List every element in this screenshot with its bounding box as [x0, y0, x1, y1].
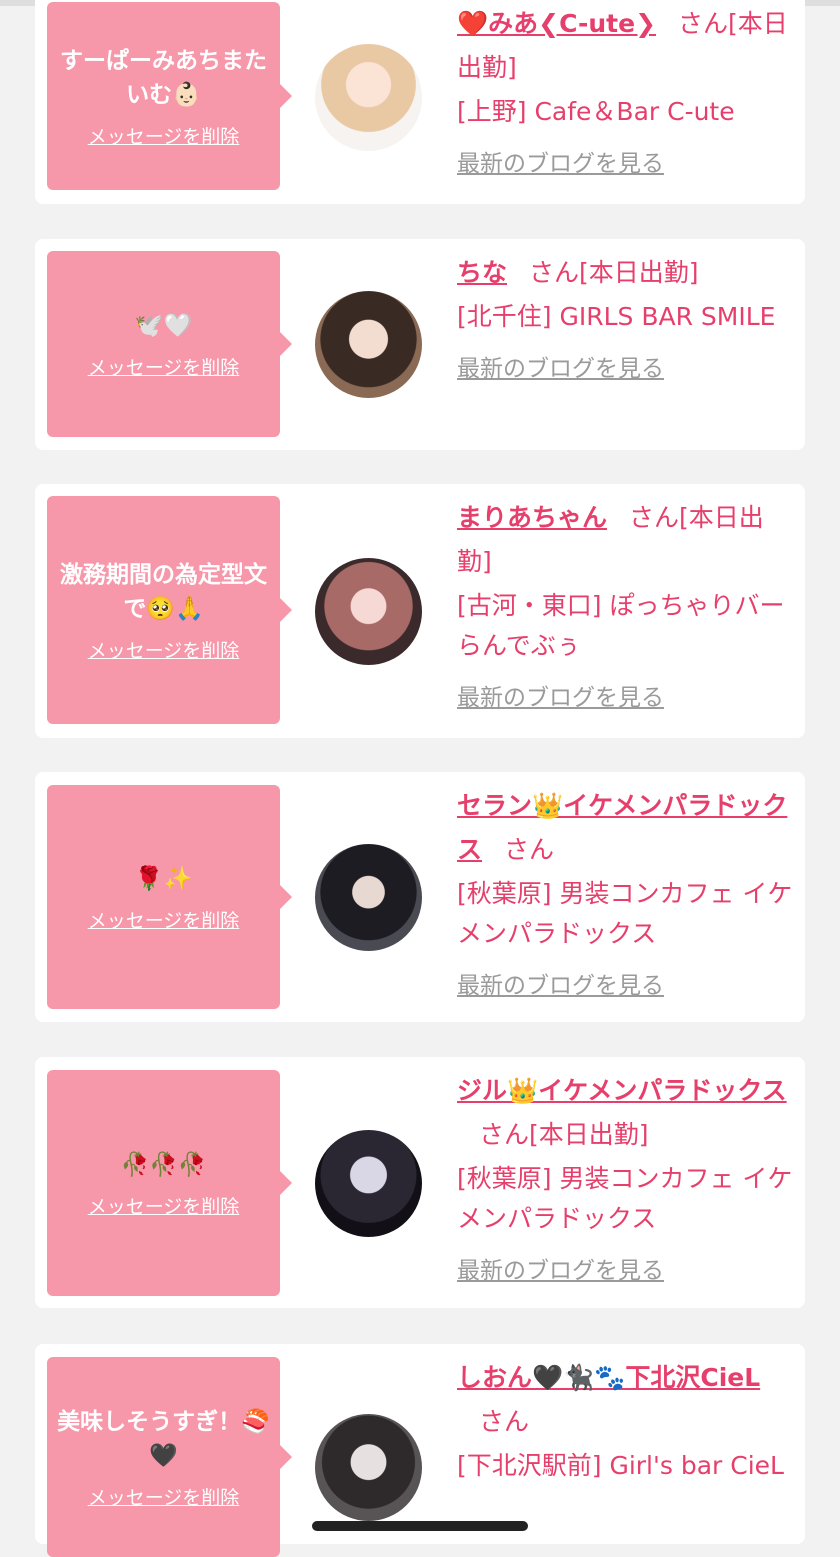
- shop-name: [北千住] GIRLS BAR SMILE: [457, 302, 776, 331]
- avatar[interactable]: [315, 291, 422, 398]
- message-text: 🥀🥀🥀: [120, 1151, 207, 1178]
- home-indicator: [312, 1521, 528, 1531]
- message-card: 🌹✨ メッセージを削除 セラン👑イケメンパラドックス さん [秋葉原] 男装コンカ…: [35, 772, 805, 1022]
- cast-name-link[interactable]: まりあちゃん: [457, 503, 607, 532]
- message-card: すーぱーみあちまたいむ👶🏻 メッセージを削除 ❤️みあ❮C-ute❯ さん[本日出…: [35, 0, 805, 204]
- cast-name-link[interactable]: ❤️みあ❮C-ute❯: [457, 9, 656, 38]
- message-text: 🕊️🤍: [134, 312, 193, 339]
- message-text: 🌹✨: [134, 865, 193, 892]
- message-card: 激務期間の為定型文で🥺🙏 メッセージを削除 まりあちゃん さん[本日出勤] [古河…: [35, 484, 805, 738]
- message-card: 美味しそうすぎ！🍣🖤 メッセージを削除 しおん🖤🐈‍⬛🐾下北沢CieL さん [下…: [35, 1344, 805, 1557]
- shop-name: [上野] Cafe＆Bar C-ute: [457, 97, 735, 126]
- latest-blog-link[interactable]: 最新のブログを見る: [457, 966, 664, 1000]
- message-card: 🥀🥀🥀 メッセージを削除 ジル👑イケメンパラドックスさん[本日出勤] [秋葉原]…: [35, 1057, 805, 1308]
- message-bubble: 🌹✨ メッセージを削除: [47, 785, 292, 1009]
- message-bubble: すーぱーみあちまたいむ👶🏻 メッセージを削除: [47, 2, 292, 190]
- avatar[interactable]: [315, 844, 422, 951]
- name-suffix: さん: [479, 1407, 530, 1436]
- message-card: 🕊️🤍 メッセージを削除 ちな さん[本日出勤] [北千住] GIRLS BAR …: [35, 239, 805, 450]
- avatar[interactable]: [315, 1130, 422, 1237]
- name-suffix: さん[本日出勤]: [529, 258, 699, 287]
- shop-name: [古河・東口] ぽっちゃりバー らんでぶぅ: [457, 591, 785, 660]
- cast-name-link[interactable]: ちな: [457, 258, 507, 287]
- delete-message-link[interactable]: メッセージを削除: [88, 1192, 240, 1219]
- delete-message-link[interactable]: メッセージを削除: [88, 353, 240, 380]
- avatar[interactable]: [315, 44, 422, 151]
- name-suffix: さん: [504, 835, 555, 864]
- latest-blog-link[interactable]: 最新のブログを見る: [457, 1251, 664, 1285]
- message-bubble: 🥀🥀🥀 メッセージを削除: [47, 1070, 292, 1296]
- delete-message-link[interactable]: メッセージを削除: [88, 122, 240, 149]
- shop-name: [秋葉原] 男装コンカフェ イケメンパラドックス: [457, 879, 793, 948]
- shop-name: [秋葉原] 男装コンカフェ イケメンパラドックス: [457, 1164, 793, 1233]
- delete-message-link[interactable]: メッセージを削除: [88, 1483, 240, 1510]
- delete-message-link[interactable]: メッセージを削除: [88, 906, 240, 933]
- message-text: 激務期間の為定型文で🥺🙏: [60, 561, 267, 622]
- avatar[interactable]: [315, 558, 422, 665]
- shop-name: [下北沢駅前] Girl's bar CieL: [457, 1451, 784, 1480]
- delete-message-link[interactable]: メッセージを削除: [88, 636, 240, 663]
- latest-blog-link[interactable]: 最新のブログを見る: [457, 144, 664, 178]
- latest-blog-link[interactable]: 最新のブログを見る: [457, 678, 664, 712]
- message-bubble: 🕊️🤍 メッセージを削除: [47, 251, 292, 437]
- message-bubble: 美味しそうすぎ！🍣🖤 メッセージを削除: [47, 1357, 292, 1557]
- avatar[interactable]: [315, 1414, 422, 1521]
- name-suffix: さん[本日出勤]: [479, 1120, 649, 1149]
- cast-name-link[interactable]: しおん🖤🐈‍⬛🐾下北沢CieL: [457, 1363, 760, 1392]
- latest-blog-link[interactable]: 最新のブログを見る: [457, 349, 664, 383]
- message-bubble: 激務期間の為定型文で🥺🙏 メッセージを削除: [47, 496, 292, 724]
- message-text: 美味しそうすぎ！🍣🖤: [57, 1408, 270, 1469]
- cast-name-link[interactable]: ジル👑イケメンパラドックス: [457, 1076, 787, 1105]
- message-text: すーぱーみあちまたいむ👶🏻: [60, 47, 267, 108]
